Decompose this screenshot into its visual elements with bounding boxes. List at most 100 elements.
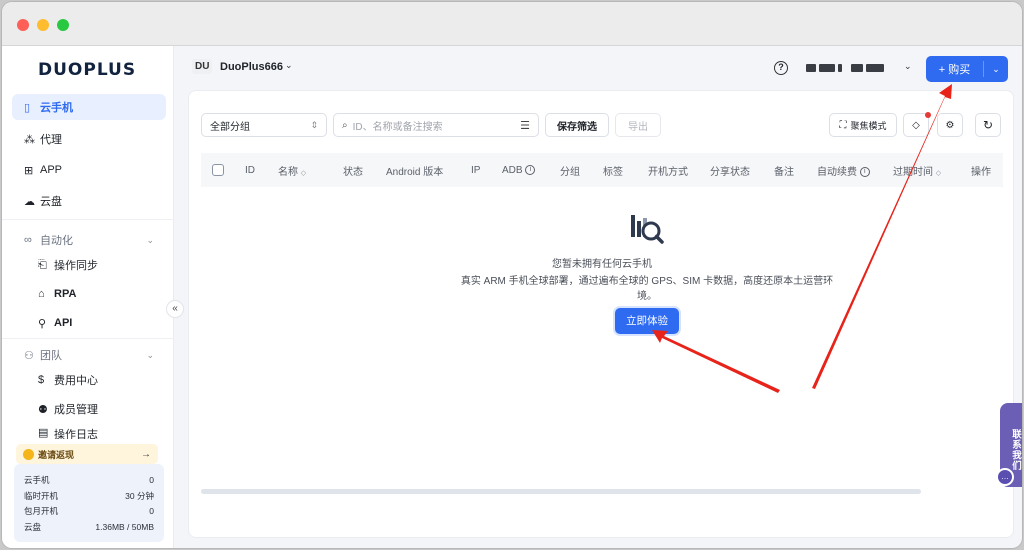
workspace-badge: DU bbox=[192, 59, 213, 74]
col-group[interactable]: 分组 bbox=[560, 163, 580, 178]
refresh-icon: ↻ bbox=[982, 118, 994, 132]
col-remark[interactable]: 备注 bbox=[774, 163, 794, 178]
sidebar-item-label: 成员管理 bbox=[54, 404, 98, 416]
col-boot-mode[interactable]: 开机方式 bbox=[648, 163, 688, 178]
cloud-icon: ☁ bbox=[24, 195, 35, 208]
chevron-down-icon: ⌄ bbox=[146, 234, 154, 245]
minimize-window-button[interactable] bbox=[37, 19, 49, 31]
sidebar-item-billing[interactable]: $ 费用中心 bbox=[12, 367, 166, 393]
col-actions: 操作 bbox=[971, 166, 991, 178]
chevron-down-icon[interactable]: ⌄ bbox=[984, 64, 1008, 75]
refresh-button[interactable]: ↻ bbox=[975, 113, 1001, 137]
workspace-name[interactable]: DuoPlus666 bbox=[220, 61, 283, 73]
sidebar-item-api[interactable]: ⚲ API bbox=[12, 310, 166, 336]
col-expire-time[interactable]: 过期时间 ◇ bbox=[893, 163, 941, 178]
divider bbox=[2, 338, 174, 339]
sidebar-group-automation[interactable]: ∞ 自动化 ⌄ bbox=[12, 227, 166, 253]
robot-icon: ⌂ bbox=[38, 288, 45, 300]
infinity-icon: ∞ bbox=[24, 234, 32, 246]
col-auto-renew[interactable]: 自动续费 i bbox=[817, 163, 870, 178]
sidebar-item-app[interactable]: ⊞ APP bbox=[12, 157, 166, 183]
stat-row: 云手机 0 bbox=[24, 475, 154, 485]
collapse-sidebar-button[interactable]: « bbox=[166, 300, 184, 318]
chevron-down-icon[interactable]: ⌄ bbox=[285, 60, 293, 71]
focus-mode-button[interactable]: ⛶ 聚焦模式 bbox=[829, 113, 897, 137]
chevron-down-icon[interactable]: ⌄ bbox=[904, 61, 912, 72]
sidebar-item-cloud-disk[interactable]: ☁ 云盘 bbox=[12, 188, 166, 214]
sidebar-group-team[interactable]: ⚇ 团队 ⌄ bbox=[12, 342, 166, 368]
main-content-card: 全部分组 ⇕ ⌕ ID、名称或备注搜索 ☰ 保存筛选 导出 ⛶ 聚焦模式 ◇ ⚙… bbox=[188, 90, 1014, 538]
group-select[interactable]: 全部分组 ⇕ bbox=[201, 113, 327, 137]
stat-row: 云盘 1.36MB / 50MB bbox=[24, 521, 154, 532]
invite-cashback-banner[interactable]: 邀请返现 → bbox=[16, 444, 158, 464]
coin-icon bbox=[23, 448, 34, 460]
column-settings-button[interactable]: ⚙ bbox=[937, 113, 963, 137]
col-android-version[interactable]: Android 版本 bbox=[386, 163, 443, 178]
col-id[interactable]: ID bbox=[245, 165, 255, 176]
table-header: ID 名称 ◇ 状态 Android 版本 IP ADB i 分组 标签 开机方… bbox=[201, 153, 1003, 187]
apps-grid-icon: ⊞ bbox=[24, 164, 34, 177]
arrow-right-icon: → bbox=[141, 448, 151, 460]
proxy-icon: ⁂ bbox=[24, 133, 35, 146]
col-name[interactable]: 名称 ◇ bbox=[278, 163, 306, 178]
team-icon: ⚇ bbox=[24, 349, 34, 362]
sidebar-item-sync[interactable]: ⎗ 操作同步 bbox=[12, 252, 166, 278]
sidebar-item-logs[interactable]: ▤ 操作日志 bbox=[12, 425, 166, 439]
sliders-icon: ⚙ bbox=[945, 119, 955, 131]
title-bar bbox=[2, 2, 1022, 46]
empty-search-icon bbox=[631, 215, 664, 244]
sidebar-item-label: 云盘 bbox=[40, 196, 62, 208]
empty-state-description: 真实 ARM 手机全球部署，通过遍布全球的 GPS、SIM 卡数据，高度还原本土… bbox=[460, 276, 834, 302]
logo: DUOPLUS bbox=[38, 60, 137, 80]
buy-button-label[interactable]: + 购买 bbox=[926, 61, 984, 77]
col-share-status[interactable]: 分享状态 bbox=[710, 163, 750, 178]
members-icon: ⚉ bbox=[38, 403, 48, 416]
stat-row: 临时开机 30 分钟 bbox=[24, 490, 154, 501]
sidebar-item-label: 代理 bbox=[40, 134, 62, 146]
sidebar-item-label: RPA bbox=[54, 288, 77, 300]
col-tags[interactable]: 标签 bbox=[603, 163, 623, 178]
try-now-button[interactable]: 立即体验 bbox=[615, 308, 679, 334]
phone-icon: ▯ bbox=[24, 101, 31, 114]
invite-label: 邀请返现 bbox=[38, 449, 75, 460]
app-window: DUOPLUS ▯ 云手机 ⁂ 代理 ⊞ APP ☁ 云盘 ∞ 自动化 ⌄ ⎗ … bbox=[2, 2, 1022, 548]
usage-stats-panel: 云手机 0 临时开机 30 分钟 包月开机 0 云盘 1.36MB / 50MB bbox=[14, 464, 164, 542]
col-adb[interactable]: ADB i bbox=[502, 164, 536, 176]
sidebar-item-members[interactable]: ⚉ 成员管理 bbox=[12, 396, 166, 422]
log-icon: ▤ bbox=[38, 427, 49, 439]
divider bbox=[2, 219, 174, 220]
top-bar: DU DuoPlus666 ⌄ ? ⌄ + 购买 ⌄ bbox=[174, 46, 1022, 90]
api-icon: ⚲ bbox=[38, 317, 47, 330]
sort-icon: ◇ bbox=[935, 169, 942, 177]
empty-state-title: 您暂未拥有任何云手机 bbox=[552, 259, 652, 270]
info-icon[interactable]: i bbox=[525, 164, 536, 175]
search-icon: ⌕ bbox=[342, 119, 348, 131]
chat-bubble-icon[interactable]: … bbox=[996, 468, 1014, 486]
sidebar-item-proxy[interactable]: ⁂ 代理 bbox=[12, 126, 166, 152]
sync-icon: ⎗ bbox=[38, 258, 47, 271]
export-button[interactable]: 导出 bbox=[615, 113, 661, 137]
horizontal-scrollbar[interactable] bbox=[201, 489, 921, 494]
maximize-window-button[interactable] bbox=[57, 19, 69, 31]
sidebar: DUOPLUS ▯ 云手机 ⁂ 代理 ⊞ APP ☁ 云盘 ∞ 自动化 ⌄ ⎗ … bbox=[2, 46, 174, 548]
sidebar-item-cloud-phone[interactable]: ▯ 云手机 bbox=[12, 94, 166, 120]
search-input[interactable]: ⌕ ID、名称或备注搜索 ☰ bbox=[333, 113, 539, 137]
close-window-button[interactable] bbox=[17, 19, 29, 31]
info-icon[interactable]: i bbox=[859, 166, 870, 177]
sidebar-group-label: 自动化 bbox=[40, 235, 73, 247]
user-account-redacted[interactable] bbox=[806, 64, 884, 72]
col-status[interactable]: 状态 bbox=[343, 163, 363, 178]
stat-row: 包月开机 0 bbox=[24, 506, 154, 516]
sidebar-item-rpa[interactable]: ⌂ RPA bbox=[12, 281, 166, 307]
select-all-checkbox[interactable] bbox=[212, 164, 224, 176]
sidebar-item-label: 操作同步 bbox=[54, 260, 98, 272]
sidebar-item-label: 云手机 bbox=[40, 102, 73, 114]
col-ip[interactable]: IP bbox=[471, 165, 480, 176]
sidebar-item-label: API bbox=[54, 317, 73, 329]
help-icon[interactable]: ? bbox=[774, 61, 788, 75]
focus-icon: ⛶ bbox=[839, 119, 847, 131]
buy-button[interactable]: + 购买 ⌄ bbox=[926, 56, 1008, 82]
save-filter-button[interactable]: 保存筛选 bbox=[545, 113, 609, 137]
sidebar-item-label: 操作日志 bbox=[54, 429, 98, 439]
advanced-filter-icon[interactable]: ☰ bbox=[520, 119, 530, 132]
